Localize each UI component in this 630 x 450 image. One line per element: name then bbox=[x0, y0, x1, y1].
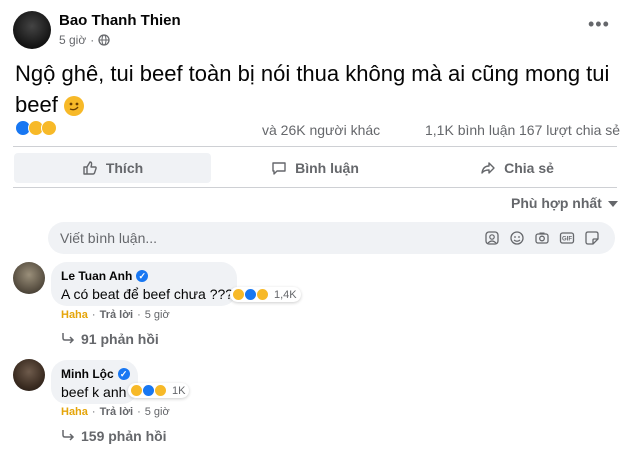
comment-time[interactable]: 5 giờ bbox=[145, 406, 170, 418]
sort-label: Phù hợp nhất bbox=[511, 195, 602, 211]
replies-count: 159 phản hồi bbox=[81, 428, 167, 444]
share-icon bbox=[480, 160, 496, 176]
reply-arrow-icon bbox=[61, 331, 75, 347]
more-options-icon[interactable]: ••• bbox=[588, 14, 610, 35]
comment-meta: Haha · Trả lời · 5 giờ bbox=[61, 309, 170, 321]
comment-reactions[interactable]: 1,4K bbox=[230, 287, 301, 302]
comments-count[interactable]: 1,1K bình luận bbox=[425, 122, 515, 138]
comment-bubble: Minh Lộc ✓ beef k anh bbox=[51, 360, 138, 404]
post-text-content: Ngộ ghê, tui beef toàn bị nói thua không… bbox=[15, 61, 610, 117]
comment-text: A có beat để beef chưa ??? bbox=[61, 286, 234, 302]
camera-icon[interactable] bbox=[534, 230, 550, 246]
globe-icon bbox=[98, 34, 110, 46]
reactions-summary[interactable]: và 26K người khác bbox=[262, 122, 380, 138]
comment-reactions-count: 1,4K bbox=[274, 288, 297, 301]
comment-author[interactable]: Minh Lộc ✓ bbox=[61, 367, 130, 381]
post-author-name[interactable]: Bao Thanh Thien bbox=[59, 12, 181, 29]
reply-link[interactable]: Trả lời bbox=[100, 406, 134, 418]
emoji-icon[interactable] bbox=[509, 230, 525, 246]
view-replies[interactable]: 159 phản hồi bbox=[61, 428, 167, 444]
post-text: Ngộ ghê, tui beef toàn bị nói thua không… bbox=[15, 58, 615, 120]
avatar-sticker-icon[interactable] bbox=[484, 230, 500, 246]
reply-arrow-icon bbox=[61, 428, 75, 444]
thumbs-up-icon bbox=[82, 160, 98, 176]
view-replies[interactable]: 91 phản hồi bbox=[61, 331, 159, 347]
share-button[interactable]: Chia sẻ bbox=[419, 153, 615, 183]
comment-time[interactable]: 5 giờ bbox=[145, 309, 170, 321]
reply-link[interactable]: Trả lời bbox=[100, 309, 134, 321]
sad-reaction-icon bbox=[154, 384, 167, 397]
post-time[interactable]: 5 giờ bbox=[59, 33, 86, 47]
comment-input-tools: GIF bbox=[484, 230, 600, 246]
comment-input[interactable]: Viết bình luận... GIF bbox=[48, 222, 615, 254]
comment-meta: Haha · Trả lời · 5 giờ bbox=[61, 406, 170, 418]
comment-label: Bình luận bbox=[295, 160, 359, 176]
post-meta: 5 giờ · bbox=[59, 33, 110, 47]
comment-reaction-label[interactable]: Haha bbox=[61, 406, 88, 418]
comment-reactions[interactable]: 1K bbox=[128, 383, 190, 398]
comment-author-name: Le Tuan Anh bbox=[61, 269, 133, 283]
sad-reaction-icon bbox=[41, 120, 57, 136]
verified-badge-icon: ✓ bbox=[117, 368, 130, 380]
comment-reaction-label[interactable]: Haha bbox=[61, 309, 88, 321]
gif-icon[interactable]: GIF bbox=[559, 230, 575, 246]
commenter-avatar[interactable] bbox=[13, 359, 45, 391]
comment-icon bbox=[271, 160, 287, 176]
comment-button[interactable]: Bình luận bbox=[218, 153, 412, 183]
like-button[interactable]: Thích bbox=[14, 153, 211, 183]
shares-count[interactable]: 167 lượt chia sẻ bbox=[519, 122, 620, 138]
sticker-icon[interactable] bbox=[584, 230, 600, 246]
comment-reactions-count: 1K bbox=[172, 384, 186, 397]
like-label: Thích bbox=[105, 160, 144, 176]
share-label: Chia sẻ bbox=[504, 160, 554, 176]
divider bbox=[13, 146, 617, 147]
comment-author-name: Minh Lộc bbox=[61, 367, 114, 381]
caret-down-icon bbox=[607, 195, 618, 211]
commenter-avatar[interactable] bbox=[13, 262, 45, 294]
smirk-emoji-icon bbox=[63, 96, 84, 117]
comment-author[interactable]: Le Tuan Anh ✓ bbox=[61, 269, 149, 283]
separator-dot: · bbox=[90, 33, 95, 47]
divider bbox=[13, 187, 617, 188]
comment-text: beef k anh bbox=[61, 384, 127, 400]
sad-reaction-icon bbox=[256, 288, 269, 301]
verified-badge-icon: ✓ bbox=[136, 270, 149, 282]
reaction-icons[interactable] bbox=[15, 120, 67, 138]
comment-bubble: Le Tuan Anh ✓ A có beat để beef chưa ??? bbox=[51, 262, 237, 306]
svg-text:GIF: GIF bbox=[562, 237, 572, 243]
comment-sort-dropdown[interactable]: Phù hợp nhất bbox=[511, 195, 618, 211]
replies-count: 91 phản hồi bbox=[81, 331, 159, 347]
comment-input-placeholder: Viết bình luận... bbox=[60, 230, 158, 246]
post-author-avatar[interactable] bbox=[13, 11, 51, 49]
